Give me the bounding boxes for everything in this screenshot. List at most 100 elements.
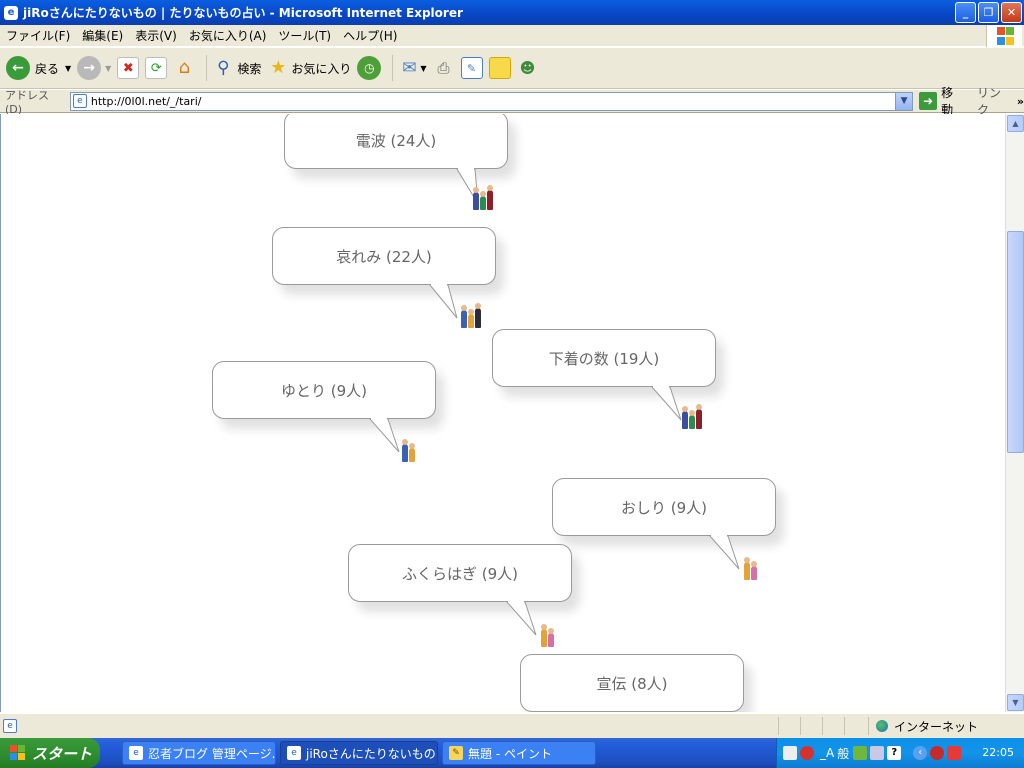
ie-window: e jiRoさんにたりないもの | たりないもの占い - Microsoft I… <box>0 0 1024 768</box>
toolbar-separator <box>392 55 394 81</box>
task-label: 無題 - ペイント <box>468 746 552 761</box>
bubble-label: 宣伝 (8人) <box>596 674 668 693</box>
bubble-label: 哀れみ (22人) <box>336 247 432 266</box>
help-icon[interactable]: ? <box>887 746 902 760</box>
ime-mode-icon[interactable]: _A <box>820 746 834 760</box>
bubble-awaremi[interactable]: 哀れみ (22人) <box>272 227 496 285</box>
start-button[interactable]: スタート <box>0 738 100 768</box>
tray-separator <box>904 746 910 760</box>
menu-bar: ファイル(F) 編集(E) 表示(V) お気に入り(A) ツール(T) ヘルプ(… <box>0 25 1024 47</box>
chevron-down-icon: ▼ <box>105 63 112 73</box>
close-button[interactable]: ✕ <box>1001 2 1022 23</box>
bubble-denpa[interactable]: 電波 (24人) <box>284 114 508 169</box>
vertical-scrollbar[interactable]: ▲ ▼ <box>1005 114 1024 712</box>
edit-button[interactable]: ✎ <box>460 57 483 79</box>
discuss-button[interactable] <box>488 57 511 79</box>
print-button[interactable]: ⎙ <box>433 57 455 79</box>
standard-toolbar: ← 戻る ▼ → ▼ ✖ ⟳ ⌂ ⚲ 検索 ★ お気に入り ◷ ✉ ▼ ⎙ ✎ … <box>0 48 1024 89</box>
bubble-label: おしり (9人) <box>620 498 708 517</box>
keyboard-icon[interactable] <box>783 746 797 760</box>
menu-favorites[interactable]: お気に入り(A) <box>183 27 273 44</box>
ime-tool-icon[interactable] <box>853 746 868 760</box>
scroll-down-icon[interactable]: ▼ <box>1007 694 1024 711</box>
bubble-oshiri[interactable]: おしり (9人) <box>552 478 776 536</box>
favorites-button[interactable]: ★ お気に入り <box>267 57 351 79</box>
back-button[interactable]: ← 戻る ▼ <box>6 56 71 80</box>
page-status-icon: e <box>3 719 17 733</box>
bubble-tail <box>709 535 740 570</box>
ie-logo-icon: e <box>4 5 18 20</box>
zone-label: インターネット <box>894 719 979 734</box>
chevron-right-icon[interactable]: » <box>1017 95 1024 108</box>
status-cell <box>822 717 842 735</box>
history-button[interactable]: ◷ <box>357 56 382 80</box>
clock[interactable]: 22:05 <box>982 738 1014 768</box>
menu-tools[interactable]: ツール(T) <box>272 27 337 44</box>
bubble-label: ゆとり (9人) <box>280 381 368 400</box>
mail-button[interactable]: ✉ ▼ <box>398 57 426 79</box>
task-jiro-page[interactable]: e jiRoさんにたりないもの |... <box>280 741 438 765</box>
forward-button[interactable]: → ▼ <box>77 56 111 80</box>
task-label: 忍者ブログ 管理ページ... <box>148 746 276 761</box>
bubble-shitagi[interactable]: 下着の数 (19人) <box>492 329 716 387</box>
menu-file[interactable]: ファイル(F) <box>0 27 76 44</box>
people-figures-icon <box>461 303 482 328</box>
toolbar-separator <box>206 55 208 81</box>
links-button[interactable]: リンク <box>977 84 1013 118</box>
task-paint[interactable]: ✎ 無題 - ペイント <box>442 741 596 765</box>
page-content: 電波 (24人) 哀れみ (22人) 下着の数 (19人) ゆとり (9人) お… <box>0 114 1005 712</box>
bubble-fukurahagi[interactable]: ふくらはぎ (9人) <box>348 544 572 602</box>
go-label: 移動 <box>941 86 954 117</box>
ime-mode-label[interactable]: 般 <box>837 745 849 762</box>
address-input[interactable] <box>90 94 891 108</box>
status-bar: e インターネット <box>0 713 1024 738</box>
edit-page-icon: ✎ <box>460 57 483 79</box>
address-dropdown-icon[interactable]: ▼ <box>895 92 913 110</box>
start-label: スタート <box>32 744 93 763</box>
tray-collapse-icon[interactable]: ‹ <box>913 746 928 760</box>
back-arrow-icon: ← <box>6 56 30 80</box>
people-figures-icon <box>402 439 416 462</box>
maximize-button[interactable]: ❐ <box>978 2 999 23</box>
ime-icon[interactable] <box>800 746 814 760</box>
mail-icon: ✉ <box>402 58 417 78</box>
scroll-thumb[interactable] <box>1007 231 1024 453</box>
people-figures-icon <box>744 557 758 580</box>
status-cell <box>778 717 798 735</box>
go-button[interactable]: ➜ 移動 <box>919 84 965 118</box>
menu-edit[interactable]: 編集(E) <box>76 27 129 44</box>
menu-help[interactable]: ヘルプ(H) <box>337 27 403 44</box>
windows-logo-icon <box>10 745 26 761</box>
stop-icon: ✖ <box>117 57 140 79</box>
window-title: jiRoさんにたりないもの | たりないもの占い - Microsoft Int… <box>23 6 463 20</box>
home-button[interactable]: ⌂ <box>173 57 195 79</box>
task-label: jiRoさんにたりないもの |... <box>306 746 437 761</box>
bubble-senden[interactable]: 宣伝 (8人) <box>520 654 744 712</box>
chevron-down-icon: ▼ <box>420 63 427 73</box>
bubble-yutori[interactable]: ゆとり (9人) <box>212 361 436 419</box>
status-cell <box>844 717 864 735</box>
address-box: e ▼ <box>69 91 914 111</box>
search-label: 検索 <box>237 61 262 76</box>
refresh-icon: ⟳ <box>145 57 168 79</box>
scroll-up-icon[interactable]: ▲ <box>1007 115 1024 132</box>
app-tray-icon[interactable] <box>947 746 962 760</box>
search-icon: ⚲ <box>217 58 230 78</box>
bubble-label: 下着の数 (19人) <box>548 349 660 368</box>
bubble-label: ふくらはぎ (9人) <box>401 564 519 583</box>
minimize-button[interactable]: _ <box>955 2 976 23</box>
bubble-tail <box>506 601 537 636</box>
favorites-label: お気に入り <box>291 61 352 76</box>
back-label: 戻る <box>35 61 60 76</box>
menu-view[interactable]: 表示(V) <box>129 27 183 44</box>
ie-page-icon: e <box>129 746 143 760</box>
paint-icon: ✎ <box>449 746 463 760</box>
stop-button[interactable]: ✖ <box>117 57 140 79</box>
ime-pad-icon[interactable] <box>870 746 885 760</box>
refresh-button[interactable]: ⟳ <box>145 57 168 79</box>
ie-page-icon: e <box>287 746 301 760</box>
task-ninja-blog[interactable]: e 忍者ブログ 管理ページ... <box>122 741 276 765</box>
messenger-button[interactable]: ☻ <box>517 57 539 79</box>
security-shield-icon[interactable] <box>930 746 945 760</box>
search-button[interactable]: ⚲ 検索 <box>212 57 261 79</box>
